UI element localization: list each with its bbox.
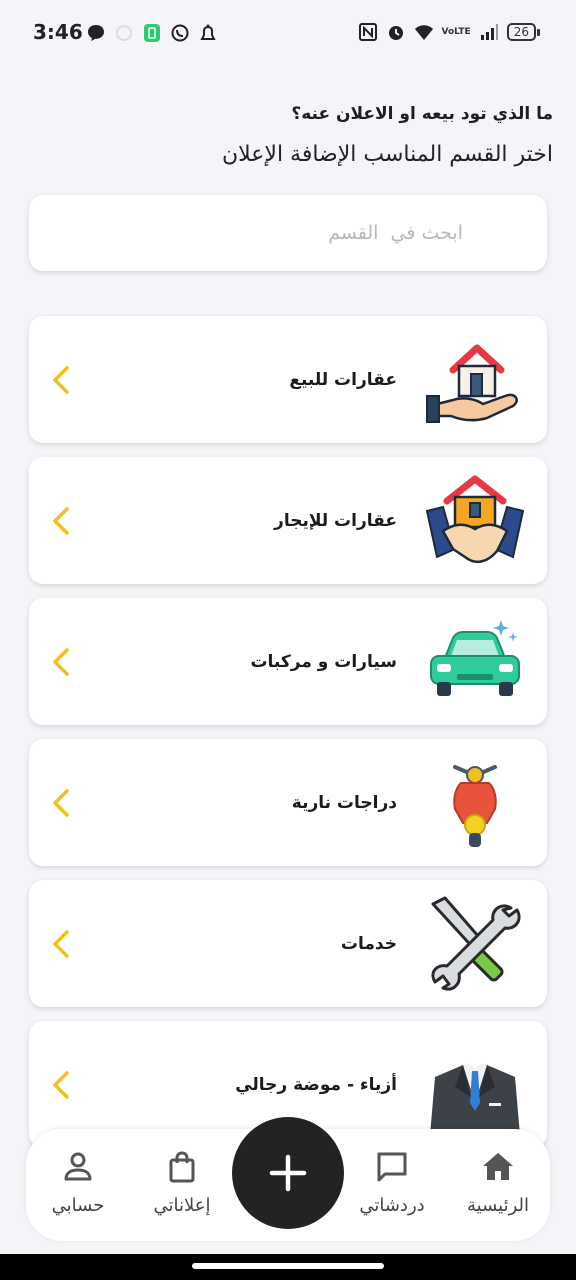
person-icon (64, 1152, 92, 1181)
house-in-hand-icon (426, 344, 518, 423)
nav-chats-label: دردشاتي (359, 1195, 425, 1216)
volte-indicator: VoLTE (441, 26, 471, 37)
nav-chats[interactable]: دردشاتي (342, 1149, 442, 1216)
bell-off-icon (200, 24, 216, 40)
chevron-left-icon (53, 365, 69, 394)
battery-level: 26 (506, 23, 541, 41)
nav-account-label: حسابي (51, 1195, 105, 1216)
plus-icon (269, 1154, 307, 1192)
category-real-estate-sale[interactable]: عقارات للبيع (29, 316, 547, 443)
status-bar: 3:46 VoLTE 26 (0, 0, 576, 66)
category-label: عقارات للإيجار (274, 510, 397, 531)
nav-my-ads-label: إعلاناتي (153, 1195, 211, 1216)
alarm-icon (388, 26, 403, 40)
category-label: خدمات (340, 933, 397, 954)
search-box (29, 195, 547, 271)
signal-icon (480, 24, 498, 40)
category-label: أزياء - موضة رجالي (235, 1074, 397, 1095)
search-input[interactable] (29, 195, 547, 271)
chevron-left-icon (53, 647, 69, 676)
chevron-left-icon (53, 506, 69, 535)
house-handshake-icon (425, 475, 525, 563)
category-label: دراجات نارية (291, 792, 397, 813)
nav-home-label: الرئيسية (467, 1195, 529, 1216)
nav-account[interactable]: حسابي (28, 1149, 128, 1216)
shopping-bag-icon (169, 1151, 195, 1183)
car-icon (430, 619, 520, 696)
add-ad-button[interactable] (232, 1117, 344, 1229)
wifi-notification-icon (116, 25, 132, 41)
category-services[interactable]: خدمات (29, 880, 547, 1007)
chat-icon (377, 1152, 407, 1182)
category-label: سيارات و مركبات (250, 651, 397, 672)
battery-app-icon (144, 24, 160, 42)
category-cars[interactable]: سيارات و مركبات (29, 598, 547, 725)
whatsapp-icon (171, 24, 189, 42)
nav-home[interactable]: الرئيسية (448, 1149, 548, 1216)
chevron-left-icon (53, 788, 69, 817)
category-real-estate-rent[interactable]: عقارات للإيجار (29, 457, 547, 584)
scooter-icon (453, 764, 497, 847)
category-label: عقارات للبيع (289, 369, 397, 390)
nav-my-ads[interactable]: إعلاناتي (132, 1149, 232, 1216)
wifi-icon (414, 25, 433, 40)
system-icons: VoLTE 26 (358, 22, 541, 42)
home-icon (483, 1153, 513, 1180)
category-motorcycles[interactable]: دراجات نارية (29, 739, 547, 866)
page-question: ما الذي تود بيعه او الاعلان عنه؟ (291, 104, 553, 124)
notification-icons (86, 23, 218, 43)
chevron-left-icon (53, 929, 69, 958)
status-time: 3:46 (33, 20, 83, 44)
chevron-left-icon (53, 1070, 69, 1099)
wrench-screwdriver-icon (431, 896, 521, 990)
chat-bubble-icon (88, 25, 104, 41)
nfc-icon (358, 23, 377, 41)
home-indicator[interactable] (192, 1263, 384, 1269)
page-title: اختر القسم المناسب الإضافة الإعلان (221, 142, 553, 167)
